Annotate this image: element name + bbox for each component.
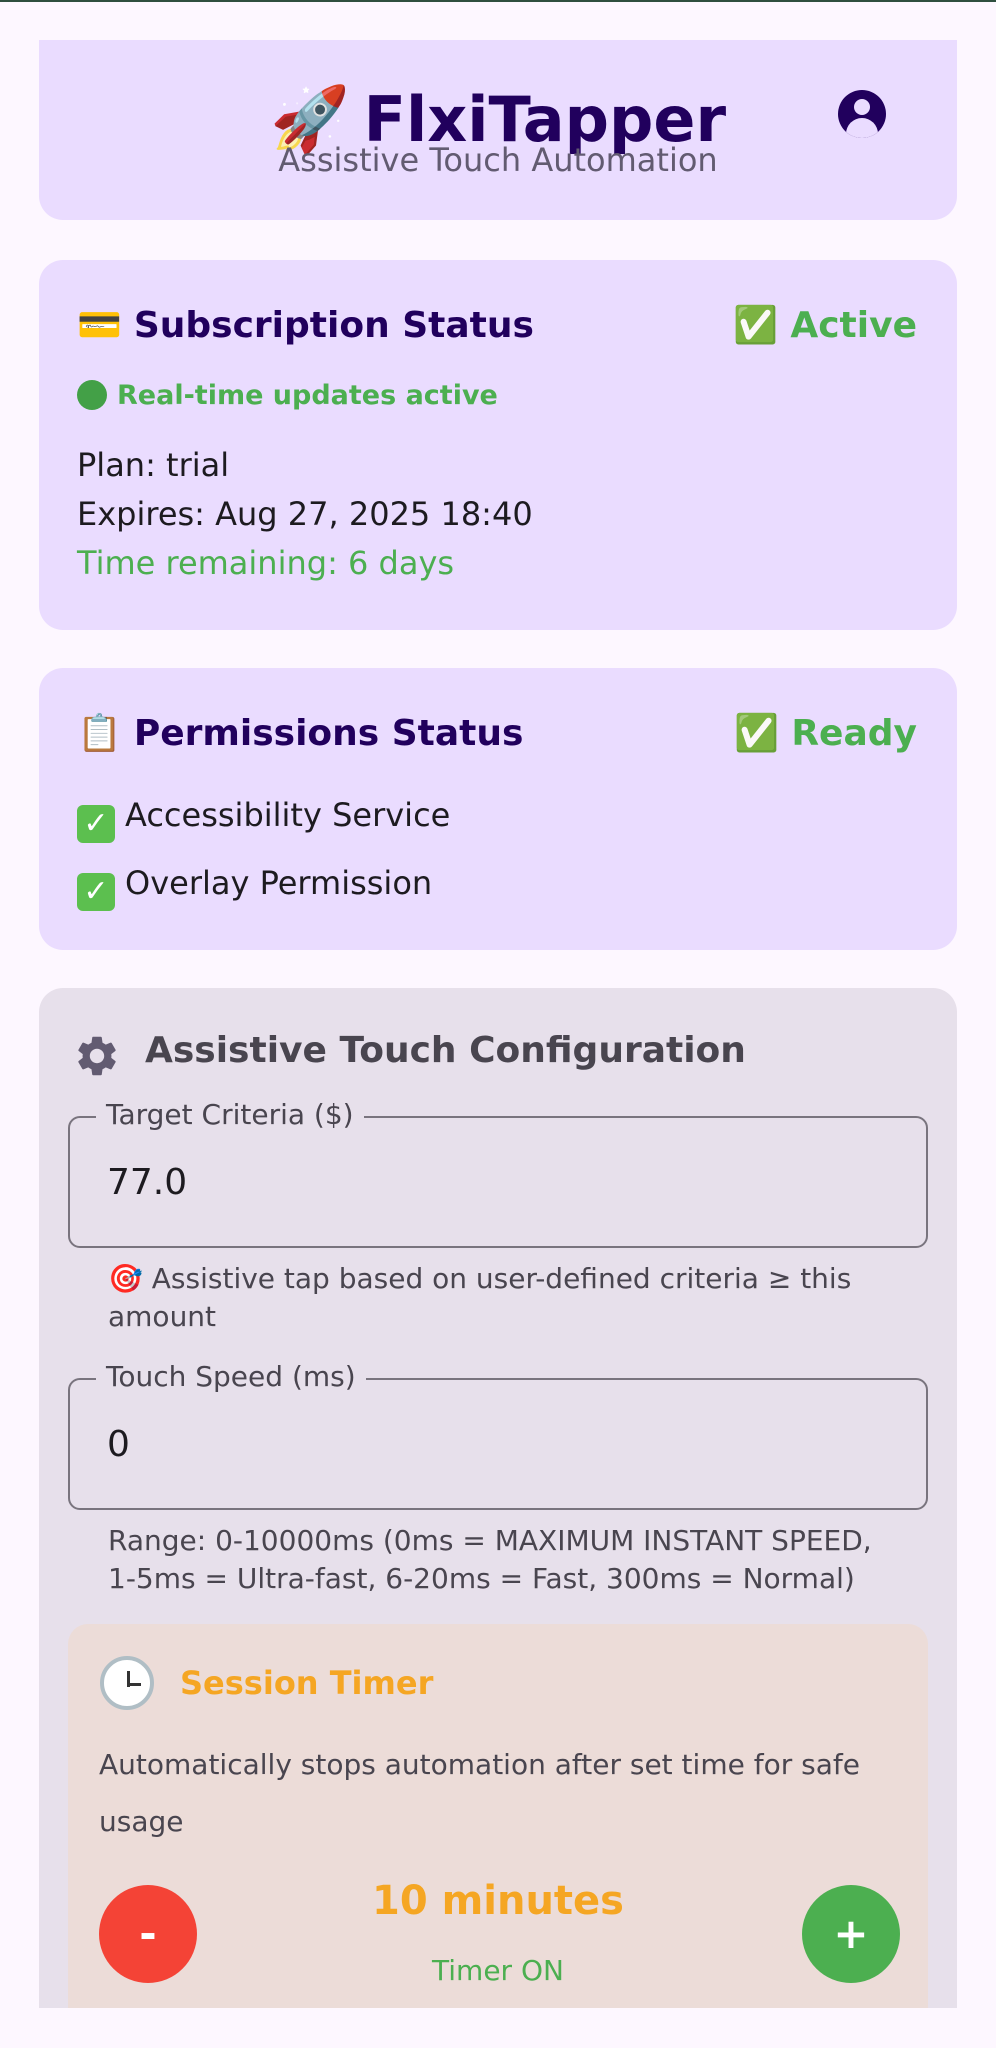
clipboard-icon: 📋 (77, 713, 122, 754)
credit-card-icon: 💳 (77, 305, 122, 346)
session-timer-panel: Session Timer Automatically stops automa… (68, 1624, 928, 2008)
target-criteria-label: Target Criteria ($) (96, 1098, 364, 1131)
check-icon: ✓ (77, 873, 115, 911)
permissions-card: 📋 Permissions Status ✅ Ready ✓ Accessibili… (39, 668, 957, 950)
subscription-title-text: Subscription Status (133, 305, 534, 346)
touch-speed-label: Touch Speed (ms) (96, 1360, 366, 1393)
expires-text: Expires: Aug 27, 2025 18:40 (77, 495, 533, 533)
subscription-title: 💳 Subscription Status (77, 308, 534, 344)
account-circle-icon[interactable] (838, 90, 886, 138)
permission-item-overlay: ✓ Overlay Permission (77, 864, 432, 911)
subscription-status-badge: ✅ Active (733, 305, 917, 346)
permission-item-accessibility: ✓ Accessibility Service (77, 796, 450, 843)
avatar-shoulders (846, 118, 878, 138)
touch-speed-input[interactable] (107, 1424, 887, 1465)
configuration-card: Assistive Touch Configuration Target Cri… (39, 988, 957, 2008)
permissions-title: 📋 Permissions Status (77, 716, 523, 752)
realtime-status-text: Real-time updates active (117, 380, 498, 411)
clock-minute-hand (127, 1683, 141, 1686)
timer-state: Timer ON (432, 1954, 564, 1987)
time-remaining-text: Time remaining: 6 days (77, 544, 455, 582)
permission-label: Accessibility Service (125, 796, 451, 834)
target-criteria-input[interactable] (107, 1162, 887, 1203)
session-timer-description: Automatically stops automation after set… (99, 1748, 860, 1839)
status-divider (0, 0, 996, 2)
app-subtitle: Assistive Touch Automation (278, 141, 718, 179)
permissions-title-text: Permissions Status (133, 713, 524, 754)
increase-timer-button[interactable]: + (802, 1885, 900, 1983)
app-header: 🚀 FlxiTapper Assistive Touch Automation (39, 40, 957, 220)
target-criteria-field[interactable]: Target Criteria ($) (68, 1098, 928, 1248)
avatar-head (854, 99, 870, 115)
gear-icon (78, 1036, 116, 1076)
timer-duration: 10 minutes (372, 1878, 624, 1924)
permission-label: Overlay Permission (125, 864, 433, 902)
plan-text: Plan: trial (77, 446, 230, 484)
session-timer-title: Session Timer (180, 1664, 434, 1702)
permissions-status-badge: ✅ Ready (733, 713, 917, 754)
green-dot-icon (77, 380, 107, 410)
subscription-card: 💳 Subscription Status ✅ Active Real-time … (39, 260, 957, 630)
target-criteria-helper: 🎯 Assistive tap based on user-defined cr… (108, 1262, 852, 1333)
configuration-title: Assistive Touch Configuration (145, 1030, 746, 1071)
clock-icon (100, 1656, 154, 1710)
realtime-status: Real-time updates active (77, 380, 498, 411)
check-icon: ✓ (77, 805, 115, 843)
touch-speed-field[interactable]: Touch Speed (ms) (68, 1360, 928, 1510)
touch-speed-helper: Range: 0-10000ms (0ms = MAXIMUM INSTANT … (108, 1524, 872, 1595)
